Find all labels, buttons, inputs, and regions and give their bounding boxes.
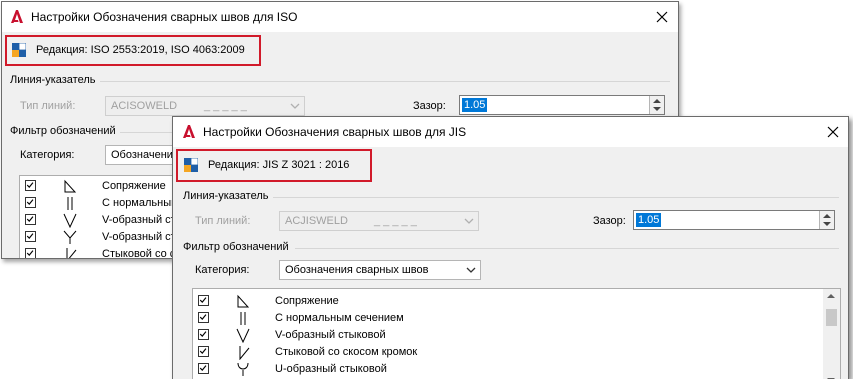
list-scrollbar[interactable] bbox=[823, 289, 840, 379]
v-butt-symbol-icon bbox=[63, 213, 77, 228]
list-item[interactable]: Сопряжение bbox=[193, 293, 840, 310]
v-butt-symbol-icon bbox=[236, 328, 250, 343]
gap-input[interactable]: 1.05 bbox=[459, 95, 665, 115]
scroll-up-icon[interactable] bbox=[827, 294, 835, 298]
category-value: Обозначения сварных швов bbox=[285, 264, 429, 276]
title-bar: Настройки Обозначения сварных швов для I… bbox=[2, 2, 678, 32]
linetype-value: ACISOWELD bbox=[111, 100, 178, 112]
checkbox[interactable] bbox=[198, 363, 209, 374]
bevel-butt-symbol-icon bbox=[66, 248, 77, 258]
linetype-dashes: _ _ _ _ _ bbox=[204, 100, 247, 112]
weld-standard-icon bbox=[12, 43, 26, 57]
category-label: Категория: bbox=[20, 149, 75, 161]
filter-group-label: Фильтр обозначений bbox=[183, 241, 289, 253]
checkbox[interactable] bbox=[198, 312, 209, 323]
checkbox[interactable] bbox=[198, 329, 209, 340]
gap-value: 1.05 bbox=[462, 98, 488, 112]
category-value: Обозначения bbox=[111, 149, 179, 161]
checkbox[interactable] bbox=[25, 231, 36, 242]
linetype-dashes: _ _ _ _ _ bbox=[374, 215, 417, 227]
autocad-logo-icon bbox=[11, 10, 23, 23]
dialog-title: Настройки Обозначения сварных швов для J… bbox=[203, 125, 467, 139]
separator bbox=[273, 197, 839, 198]
checkbox[interactable] bbox=[198, 346, 209, 357]
chevron-down-icon bbox=[464, 218, 474, 224]
square-butt-symbol-icon bbox=[240, 312, 246, 325]
checkbox[interactable] bbox=[25, 197, 36, 208]
fillet-symbol-icon bbox=[64, 179, 77, 193]
gap-input[interactable]: 1.05 bbox=[633, 210, 835, 230]
gap-label: Зазор: bbox=[593, 215, 626, 227]
dialog-title: Настройки Обозначения сварных швов для I… bbox=[31, 10, 298, 24]
linetype-label: Тип линий: bbox=[20, 100, 76, 112]
list-item[interactable]: С нормальным сечением bbox=[193, 310, 840, 327]
edition-label: Редакция: JIS Z 3021 : 2016 bbox=[208, 159, 350, 171]
jis-weld-settings-dialog: Настройки Обозначения сварных швов для J… bbox=[172, 116, 849, 379]
square-butt-symbol-icon bbox=[67, 197, 73, 210]
symbol-filter-list: Сопряжение С нормальным сечением V-образ… bbox=[192, 288, 841, 379]
gap-spinner[interactable] bbox=[649, 96, 664, 114]
leader-group-label: Линия-указатель bbox=[183, 190, 269, 202]
gap-label: Зазор: bbox=[413, 100, 446, 112]
bevel-butt-symbol-icon bbox=[239, 346, 250, 360]
checkbox[interactable] bbox=[198, 295, 209, 306]
separator bbox=[100, 81, 670, 82]
checkbox[interactable] bbox=[25, 180, 36, 191]
separator bbox=[295, 248, 839, 249]
checkbox[interactable] bbox=[25, 214, 36, 225]
close-icon[interactable] bbox=[824, 123, 842, 141]
linetype-label: Тип линий: bbox=[195, 215, 251, 227]
leader-group-label: Линия-указатель bbox=[10, 74, 96, 86]
linetype-select[interactable]: ACISOWELD _ _ _ _ _ bbox=[105, 96, 305, 116]
autocad-logo-icon bbox=[183, 125, 195, 138]
linetype-select[interactable]: ACJISWELD _ _ _ _ _ bbox=[279, 211, 479, 231]
weld-standard-icon bbox=[184, 158, 198, 172]
chevron-down-icon bbox=[290, 103, 300, 109]
list-item[interactable]: Стыковой со скосом кромок bbox=[193, 344, 840, 361]
category-select[interactable]: Обозначения сварных швов bbox=[279, 260, 481, 280]
close-icon[interactable] bbox=[653, 8, 671, 26]
filter-group-label: Фильтр обозначений bbox=[10, 125, 116, 137]
separator bbox=[120, 132, 180, 133]
u-butt-symbol-icon bbox=[237, 362, 249, 376]
list-item[interactable]: U-образный стыковой bbox=[193, 361, 840, 378]
title-bar: Настройки Обозначения сварных швов для J… bbox=[173, 117, 848, 147]
checkbox[interactable] bbox=[25, 248, 36, 258]
gap-value: 1.05 bbox=[636, 213, 662, 227]
y-butt-symbol-icon bbox=[63, 230, 77, 244]
category-label: Категория: bbox=[195, 264, 250, 276]
fillet-symbol-icon bbox=[237, 294, 250, 308]
linetype-value: ACJISWELD bbox=[285, 215, 348, 227]
gap-spinner[interactable] bbox=[819, 211, 834, 229]
chevron-down-icon bbox=[466, 267, 476, 273]
scroll-thumb[interactable] bbox=[826, 309, 837, 326]
list-item[interactable]: V-образный стыковой bbox=[193, 327, 840, 344]
edition-label: Редакция: ISO 2553:2019, ISO 4063:2009 bbox=[36, 44, 245, 56]
